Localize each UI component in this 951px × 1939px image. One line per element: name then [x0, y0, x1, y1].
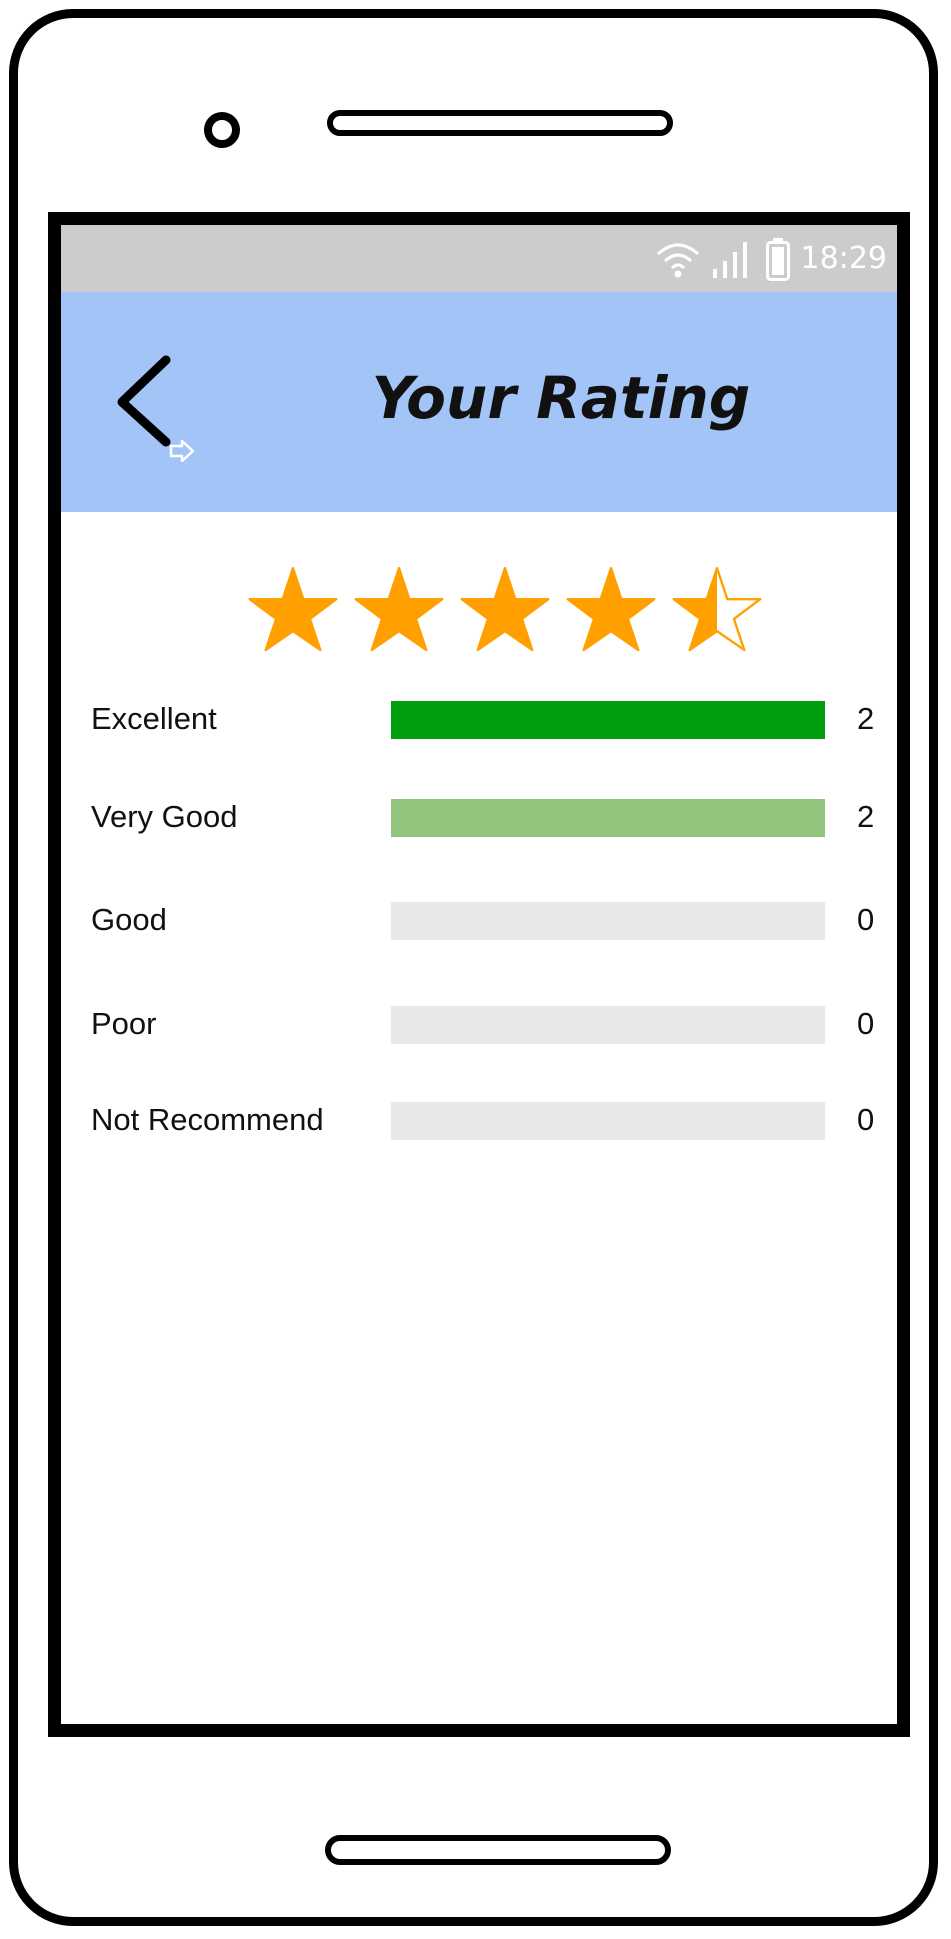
- signal-icon: [712, 241, 747, 278]
- rating-label: Very Good: [91, 799, 238, 834]
- star-full-icon[interactable]: [458, 565, 552, 655]
- rating-row: Excellent 2: [91, 699, 881, 739]
- rating-label: Good: [91, 902, 167, 937]
- rating-count: 2: [857, 701, 875, 736]
- rating-row: Very Good 2: [91, 797, 881, 837]
- wifi-icon: [656, 243, 699, 277]
- status-time: 18:29: [800, 241, 887, 276]
- back-button[interactable]: [116, 352, 216, 463]
- star-full-icon[interactable]: [564, 565, 658, 655]
- status-bar: 18:29: [61, 225, 897, 292]
- rating-row: Not Recommend 0: [91, 1100, 881, 1140]
- home-button[interactable]: [325, 1835, 671, 1865]
- rating-count: 0: [857, 1102, 875, 1137]
- rating-bar-fill: [391, 799, 825, 837]
- arrow-right-icon: [169, 439, 195, 463]
- rating-count: 0: [857, 902, 875, 937]
- battery-icon: [765, 237, 790, 281]
- phone-screen: 18:29 Your Rating Excellent 2 Very Good 2 Go…: [48, 212, 910, 1737]
- rating-count: 2: [857, 799, 875, 834]
- rating-label: Excellent: [91, 701, 217, 736]
- rating-bar-fill: [391, 701, 825, 739]
- status-icons: 18:29: [655, 225, 887, 292]
- page-title: Your Rating: [371, 364, 751, 432]
- star-full-icon[interactable]: [352, 565, 446, 655]
- rating-bar: [391, 1102, 825, 1140]
- rating-label: Not Recommend: [91, 1102, 324, 1137]
- rating-row: Poor 0: [91, 1004, 881, 1044]
- rating-bar: [391, 799, 825, 837]
- star-rating[interactable]: [246, 565, 764, 655]
- speaker-grille: [327, 110, 673, 136]
- chevron-left-icon: [117, 355, 195, 463]
- star-half-icon[interactable]: [670, 565, 764, 655]
- rating-label: Poor: [91, 1006, 157, 1041]
- rating-count: 0: [857, 1006, 875, 1041]
- rating-bar: [391, 902, 825, 940]
- app-bar: Your Rating: [61, 292, 897, 512]
- rating-bar: [391, 1006, 825, 1044]
- rating-row: Good 0: [91, 900, 881, 940]
- star-full-icon[interactable]: [246, 565, 340, 655]
- camera-icon: [204, 112, 240, 148]
- rating-bar: [391, 701, 825, 739]
